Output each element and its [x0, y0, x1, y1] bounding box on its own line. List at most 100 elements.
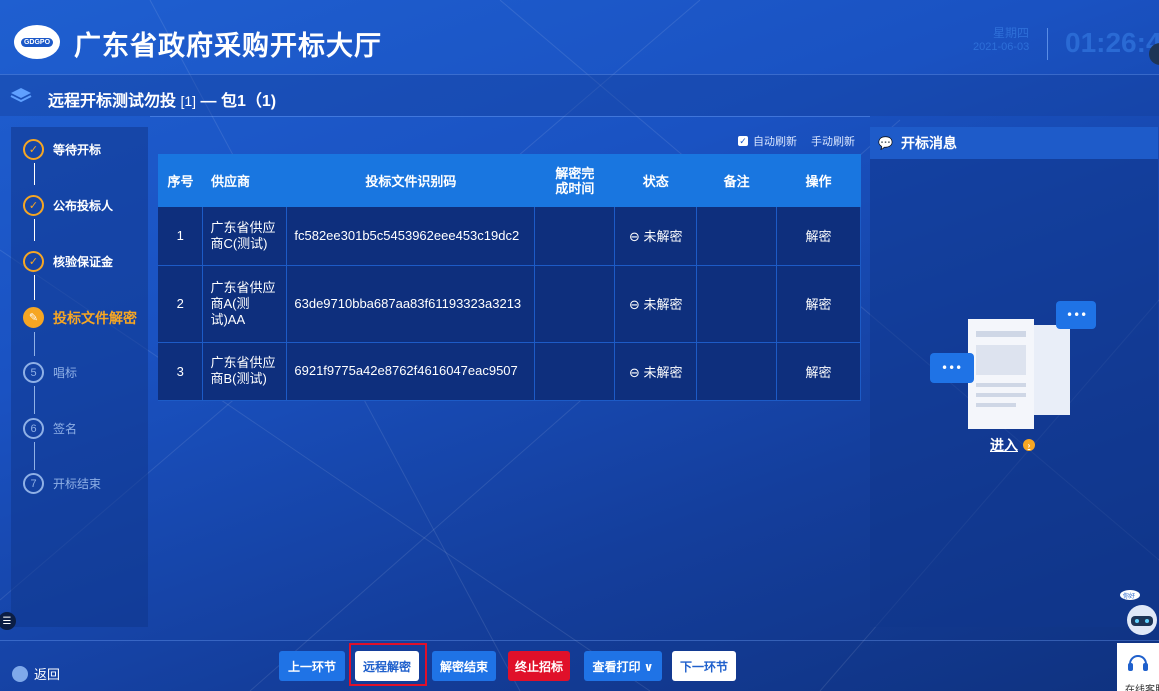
cell-time	[534, 265, 616, 343]
clock-time: 01:26:4	[1065, 27, 1159, 58]
cell-note	[696, 342, 778, 401]
step-number: 5	[23, 362, 44, 383]
step-finish[interactable]: 7 开标结束	[23, 473, 101, 494]
refresh-controls: ✓ 自动刷新 手动刷新	[738, 133, 855, 149]
check-icon: ✓	[23, 251, 44, 272]
cell-no: 3	[158, 342, 204, 401]
headset-icon	[1128, 655, 1148, 671]
step-label: 投标文件解密	[53, 309, 137, 326]
documents-illustration: ••• •••	[930, 301, 1096, 429]
step-label: 签名	[53, 422, 78, 436]
back-label: 返回	[34, 667, 61, 682]
date-text: 2021-06-03	[973, 41, 1030, 53]
check-icon: ✓	[23, 139, 44, 160]
collapse-button[interactable]	[1149, 43, 1159, 65]
step-label: 公布投标人	[53, 199, 114, 213]
step-verify-deposit[interactable]: ✓ 核验保证金	[23, 251, 113, 272]
edit-icon: ✎	[23, 307, 44, 328]
cell-code: fc582ee301b5c5453962eee453c19dc2	[286, 207, 536, 266]
step-label: 唱标	[53, 366, 78, 380]
table-row: 1 广东省供应商C(测试) fc582ee301b5c5453962eee453…	[158, 207, 861, 266]
enter-label: 进入	[990, 437, 1018, 453]
step-label: 核验保证金	[53, 255, 114, 269]
step-connector	[34, 219, 35, 241]
manual-refresh-link[interactable]: 手动刷新	[811, 133, 855, 149]
view-print-dropdown[interactable]: 查看打印 ∨	[584, 651, 662, 681]
cell-code: 63de9710bba687aa83f61193323a3213	[286, 265, 536, 343]
gdgpo-logo: GDGPO	[14, 25, 60, 59]
cell-status: ⊖ 未解密	[614, 265, 698, 343]
auto-refresh-checkbox[interactable]: ✓	[738, 136, 748, 146]
cell-note	[696, 207, 778, 266]
check-icon: ✓	[23, 195, 44, 216]
next-step-button[interactable]: 下一环节	[672, 651, 736, 681]
cell-time	[534, 207, 616, 266]
message-panel-header: 💬 开标消息	[870, 127, 1158, 159]
terminate-tender-button[interactable]: 终止招标	[508, 651, 570, 681]
cell-supplier: 广东省供应商C(测试)	[202, 207, 288, 266]
step-read-bids[interactable]: 5 唱标	[23, 362, 77, 383]
cell-code: 6921f9775a42e8762f4616047eac9507	[286, 342, 536, 401]
step-decrypt-files[interactable]: ✎ 投标文件解密	[23, 307, 137, 328]
step-connector	[34, 386, 35, 414]
table-row: 3 广东省供应商B(测试) 6921f9775a42e8762f4616047e…	[158, 342, 861, 401]
step-sidebar: ✓ 等待开标 ✓ 公布投标人 ✓ 核验保证金 ✎ 投标文件解密 5 唱标 6 签…	[11, 127, 148, 627]
divider	[150, 116, 870, 117]
step-connector	[34, 332, 35, 356]
robot-assistant-icon[interactable]: 你好	[1118, 590, 1159, 638]
chat-icon: 💬	[878, 136, 893, 150]
cell-status: ⊖ 未解密	[614, 207, 698, 266]
step-publish-bidders[interactable]: ✓ 公布投标人	[23, 195, 113, 216]
step-label: 等待开标	[53, 143, 102, 157]
back-button[interactable]: 返回	[12, 664, 60, 683]
remote-decrypt-button[interactable]: 远程解密	[355, 651, 419, 681]
col-header: 序号	[158, 154, 203, 207]
back-icon	[12, 665, 28, 682]
prev-step-button[interactable]: 上一环节	[279, 651, 345, 681]
enter-link[interactable]: 进入 ›	[990, 435, 1035, 455]
message-panel: 💬 开标消息 ••• •••	[870, 127, 1158, 627]
col-header: 状态	[614, 154, 697, 207]
logo-text: GDGPO	[20, 37, 54, 47]
online-service-button[interactable]: 在线客服	[1117, 643, 1159, 691]
message-panel-title: 开标消息	[900, 135, 957, 151]
decrypt-action[interactable]: 解密	[776, 342, 861, 401]
project-title: 远程开标测试勿投 [1] — 包1（1)	[48, 87, 276, 111]
robot-bubble-text: 你好	[1123, 592, 1135, 600]
step-waiting-open[interactable]: ✓ 等待开标	[23, 139, 101, 160]
cell-time	[534, 342, 616, 401]
svg-text:•••: •••	[1066, 308, 1087, 322]
footer-bar	[0, 640, 1159, 691]
cell-supplier: 广东省供应商B(测试)	[202, 342, 288, 401]
cell-no: 1	[158, 207, 204, 266]
step-sign[interactable]: 6 签名	[23, 418, 77, 439]
auto-refresh-label[interactable]: 自动刷新	[753, 133, 797, 149]
project-name: 远程开标测试勿投	[48, 93, 177, 110]
decrypt-end-button[interactable]: 解密结束	[432, 651, 496, 681]
step-connector	[34, 275, 35, 300]
weekday-text: 星期四	[993, 26, 1030, 40]
bidder-table: 序号 供应商 投标文件识别码 解密完成时间 状态 备注 操作 1 广东省供应商C…	[158, 154, 861, 401]
step-connector	[34, 163, 35, 185]
table-header-row: 序号 供应商 投标文件识别码 解密完成时间 状态 备注 操作	[158, 154, 861, 207]
step-label: 开标结束	[53, 477, 102, 491]
cell-no: 2	[158, 265, 204, 343]
cell-note	[696, 265, 778, 343]
col-header: 供应商	[202, 154, 287, 207]
header-bar: GDGPO 广东省政府采购开标大厅 星期四 2021-06-03 01:26:4	[0, 0, 1159, 74]
col-header-text: 解密完成时间	[555, 165, 595, 196]
package-label: — 包1（1)	[196, 93, 277, 110]
layers-icon	[10, 88, 32, 103]
cell-status: ⊖ 未解密	[614, 342, 698, 401]
cell-supplier: 广东省供应商A(测试)AA	[202, 265, 288, 343]
project-header: 远程开标测试勿投 [1] — 包1（1)	[0, 74, 1159, 116]
step-number: 6	[23, 418, 44, 439]
col-header: 备注	[696, 154, 777, 207]
menu-icon[interactable]: ☰	[0, 612, 16, 630]
step-number: 7	[23, 473, 44, 494]
col-header: 解密完成时间	[534, 154, 615, 207]
decrypt-action[interactable]: 解密	[776, 265, 861, 343]
decrypt-action[interactable]: 解密	[776, 207, 861, 266]
svg-text:•••: •••	[941, 361, 962, 375]
col-header: 操作	[776, 154, 861, 207]
